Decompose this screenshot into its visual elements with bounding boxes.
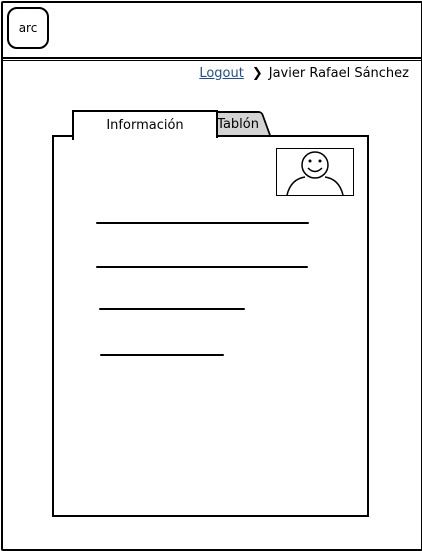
app-logo[interactable]: arc [7,7,49,49]
text-placeholder-line [96,222,309,224]
header-divider-inner [1,60,422,61]
app-logo-text: arc [18,21,38,35]
text-placeholder-line [100,354,224,356]
chevron-right-icon: ❯ [251,65,263,81]
tab-informacion-label: Información [106,117,184,133]
tab-informacion[interactable]: Información [72,110,218,140]
user-avatar-icon [286,151,344,195]
header-divider [1,57,422,59]
tab-tablon-label: Tablón [217,116,259,132]
text-placeholder-line [99,308,245,310]
user-name: Javier Rafael Sánchez [268,65,409,81]
text-placeholder-line [96,266,308,268]
user-bar: Logout ❯ Javier Rafael Sánchez [199,64,409,82]
profile-photo [276,148,354,196]
logout-link[interactable]: Logout [199,66,244,81]
